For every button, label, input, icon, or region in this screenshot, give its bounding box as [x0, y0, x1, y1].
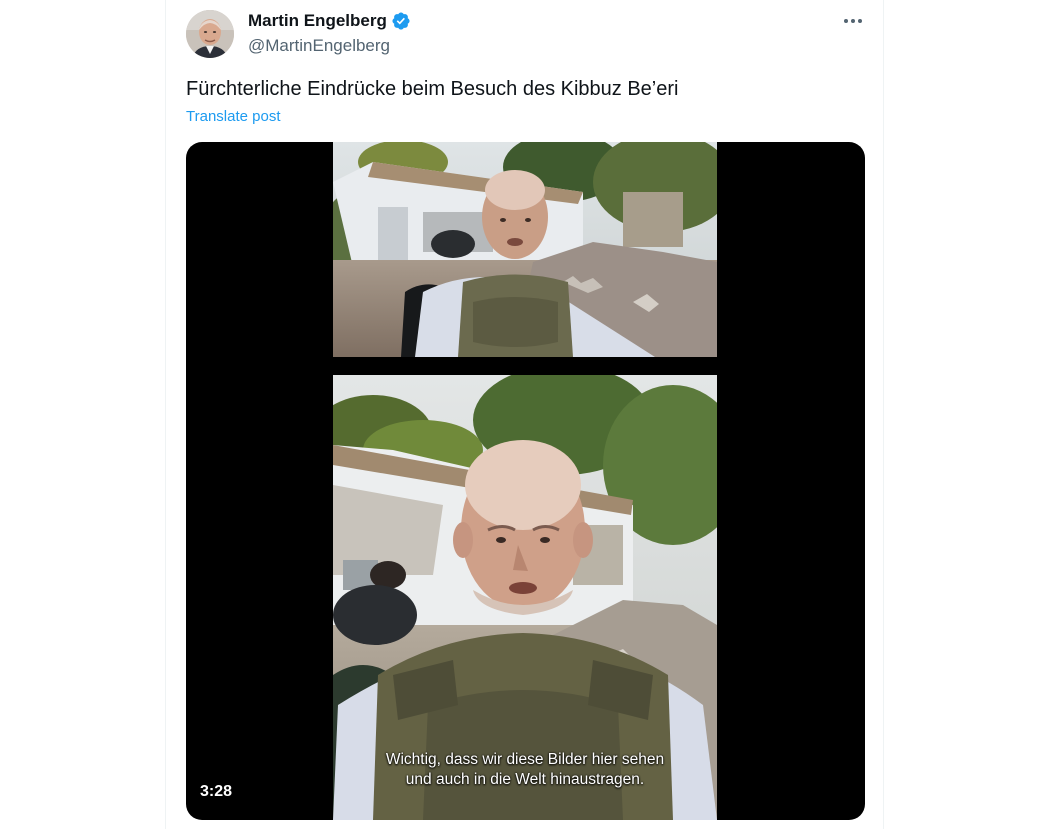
more-dots-icon: [844, 19, 862, 23]
tweet-card[interactable]: Martin Engelberg @MartinEngelberg Fürcht…: [165, 0, 884, 829]
video-preview-frame: [333, 142, 717, 357]
tweet-text: Fürchterliche Eindrücke beim Besuch des …: [186, 78, 679, 100]
subtitle-line-2: und auch in die Welt hinaustragen.: [405, 771, 645, 788]
subtitle-line-1: Wichtig, dass wir diese Bilder hier sehe…: [385, 751, 665, 768]
video-frame-scene: [333, 142, 717, 357]
author-handle[interactable]: @MartinEngelberg: [248, 36, 390, 56]
person-avatar-icon: [186, 10, 234, 58]
video-duration: 3:28: [200, 783, 233, 800]
verified-badge-icon[interactable]: [391, 11, 411, 31]
video-player[interactable]: Wichtig, dass wir diese Bilder hier sehe…: [186, 142, 865, 820]
video-main-frame: Wichtig, dass wir diese Bilder hier sehe…: [333, 375, 717, 820]
video-subtitle: Wichtig, dass wir diese Bilder hier sehe…: [333, 750, 717, 790]
more-options-button[interactable]: [838, 8, 868, 34]
author-name-row[interactable]: Martin Engelberg: [248, 11, 411, 31]
page: Martin Engelberg @MartinEngelberg Fürcht…: [0, 0, 1050, 829]
author-avatar[interactable]: [186, 10, 234, 58]
author-display-name[interactable]: Martin Engelberg: [248, 11, 387, 31]
translate-post-link[interactable]: Translate post: [186, 108, 281, 126]
